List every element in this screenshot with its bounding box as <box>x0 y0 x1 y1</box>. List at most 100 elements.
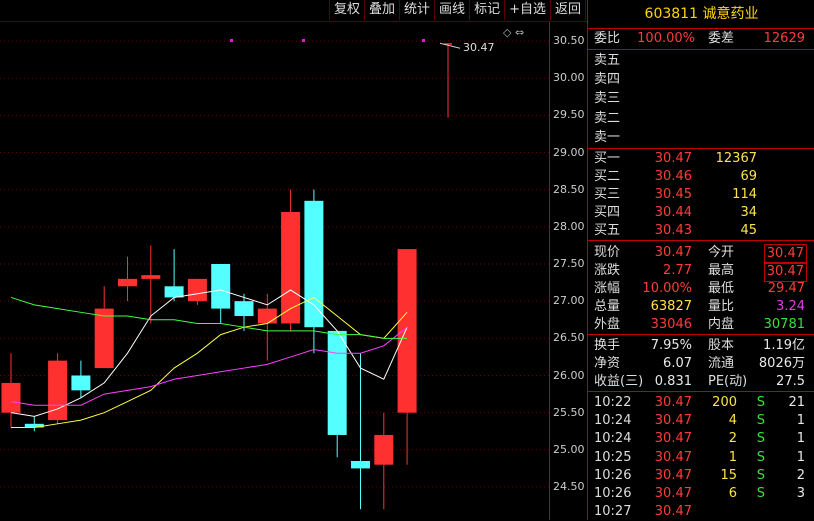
trade-row: 10:27 30.47 <box>588 503 814 521</box>
expand-icon[interactable]: ⇔ <box>515 26 524 39</box>
candle[interactable] <box>397 249 417 465</box>
candle-body <box>141 275 161 279</box>
candle[interactable] <box>444 43 452 118</box>
candle-body <box>118 278 137 287</box>
fund-label: 流通 <box>708 355 735 371</box>
overlay-button[interactable]: 叠加 <box>364 0 399 20</box>
quote-block: 现价 30.47 今开 30.47 涨跌 2.77 最高 30.47 涨幅 10… <box>588 239 814 334</box>
buy-row[interactable]: 买二 30.46 69 <box>588 168 814 186</box>
trade-ticks[interactable]: 10:22 30.47 200 S 21 10:24 30.47 4 S 1 1… <box>588 390 814 521</box>
float-shares: 8026万 <box>758 355 805 371</box>
quote-label: 涨跌 <box>594 262 621 278</box>
trade-volume: 1 <box>728 449 737 465</box>
candle[interactable] <box>281 189 301 331</box>
last-price-label: 30.47 <box>463 41 495 54</box>
stock-title: 603811 诚意药业 <box>588 0 814 29</box>
quote-label: 涨幅 <box>594 280 621 296</box>
diamond-icon[interactable]: ◇ <box>503 26 511 39</box>
quote-row: 涨幅 10.00% 最低 29.47 <box>588 280 814 298</box>
buy-volume: 114 <box>732 186 757 202</box>
buy-row[interactable]: 买四 30.44 34 <box>588 204 814 222</box>
candlestick-chart[interactable]: 30.47 ◇ ⇔ <box>0 22 549 520</box>
event-marker[interactable] <box>422 39 425 42</box>
fund-row: 换手 7.95% 股本 1.19亿 <box>588 337 814 355</box>
trade-count: 3 <box>796 485 805 501</box>
buy-price: 30.46 <box>654 168 692 184</box>
total-volume: 63827 <box>650 298 692 314</box>
price-axis: 30.50 30.00 29.50 29.00 28.50 28.00 27.50 27.00… <box>549 22 587 520</box>
candle[interactable] <box>24 416 44 432</box>
candle[interactable] <box>187 278 207 305</box>
statistics-button[interactable]: 统计 <box>399 0 434 20</box>
trade-price: 30.47 <box>654 467 692 483</box>
weicha-value: 12629 <box>763 31 805 46</box>
candle[interactable] <box>211 264 231 324</box>
eps: 0.831 <box>654 373 692 389</box>
event-marker[interactable] <box>230 39 233 42</box>
quote-label: 最低 <box>708 280 735 296</box>
trade-price: 30.47 <box>654 413 692 429</box>
trade-side: S <box>756 485 765 501</box>
high-price: 30.47 <box>763 261 807 282</box>
trade-time: 10:25 <box>594 449 632 465</box>
buy-row[interactable]: 买一 30.47 12367 <box>588 150 814 168</box>
weibi-row: 委比 100.00% 委差 12629 <box>588 29 814 49</box>
weibi-label: 委比 <box>594 31 621 46</box>
sell-row: 卖一 <box>588 129 814 148</box>
y-tick-label: 29.00 <box>553 145 585 159</box>
trade-count: 1 <box>796 449 805 465</box>
mark-button[interactable]: 标记 <box>469 0 504 20</box>
candle[interactable] <box>118 256 137 302</box>
candle-body <box>211 264 231 309</box>
sell-row: 卖五 <box>588 52 814 71</box>
share-capital: 1.19亿 <box>763 337 805 353</box>
event-marker[interactable] <box>302 39 305 42</box>
fundamentals-block: 换手 7.95% 股本 1.19亿 净资 6.07 流通 8026万 收益(三)… <box>588 333 814 391</box>
candle[interactable] <box>71 360 91 398</box>
fund-label: 净资 <box>594 355 621 371</box>
fund-label: 股本 <box>708 337 735 353</box>
candle[interactable] <box>257 293 277 361</box>
quote-label: 外盘 <box>594 316 621 332</box>
y-tick-label: 29.50 <box>553 108 585 122</box>
y-tick-label: 26.00 <box>553 368 585 382</box>
pe-ratio: 27.5 <box>776 373 805 389</box>
trade-time: 10:22 <box>594 394 632 410</box>
add-watchlist-button[interactable]: +自选 <box>504 0 550 20</box>
buy-row[interactable]: 买五 30.43 45 <box>588 222 814 240</box>
sell-row: 卖二 <box>588 110 814 129</box>
chart-canvas[interactable] <box>0 22 549 520</box>
quote-row: 外盘 33046 内盘 30781 <box>588 316 814 334</box>
trade-count: 1 <box>796 413 805 429</box>
draw-line-button[interactable]: 画线 <box>434 0 469 20</box>
buy-row[interactable]: 买三 30.45 114 <box>588 186 814 204</box>
stock-name: 诚意药业 <box>702 6 759 22</box>
change-value: 2.77 <box>663 262 692 278</box>
candle[interactable] <box>374 412 394 510</box>
weibi-value: 100.00% <box>637 31 695 46</box>
net-assets: 6.07 <box>663 355 692 371</box>
quote-label: 量比 <box>708 298 735 314</box>
y-tick-label: 26.50 <box>553 331 585 345</box>
fuquan-button[interactable]: 复权 <box>329 0 364 20</box>
back-button[interactable]: 返回 <box>549 0 586 20</box>
buy-label: 买三 <box>594 186 621 202</box>
quote-label: 内盘 <box>708 316 735 332</box>
candle[interactable] <box>164 249 184 302</box>
trade-side: S <box>756 431 765 447</box>
outer-volume: 33046 <box>650 316 692 332</box>
candle-body <box>257 308 277 324</box>
moving-average-line <box>11 296 408 429</box>
candle[interactable] <box>48 353 68 424</box>
candle[interactable] <box>1 353 21 428</box>
candle[interactable] <box>327 330 347 458</box>
trade-price: 30.47 <box>654 504 692 520</box>
candle[interactable] <box>141 245 161 324</box>
candle[interactable] <box>304 189 324 354</box>
candle-body <box>397 249 417 413</box>
quote-label: 现价 <box>594 244 621 260</box>
candle[interactable] <box>351 353 370 510</box>
quote-row: 涨跌 2.77 最高 30.47 <box>588 261 814 282</box>
candle[interactable] <box>94 286 114 369</box>
trade-price: 30.47 <box>654 431 692 447</box>
